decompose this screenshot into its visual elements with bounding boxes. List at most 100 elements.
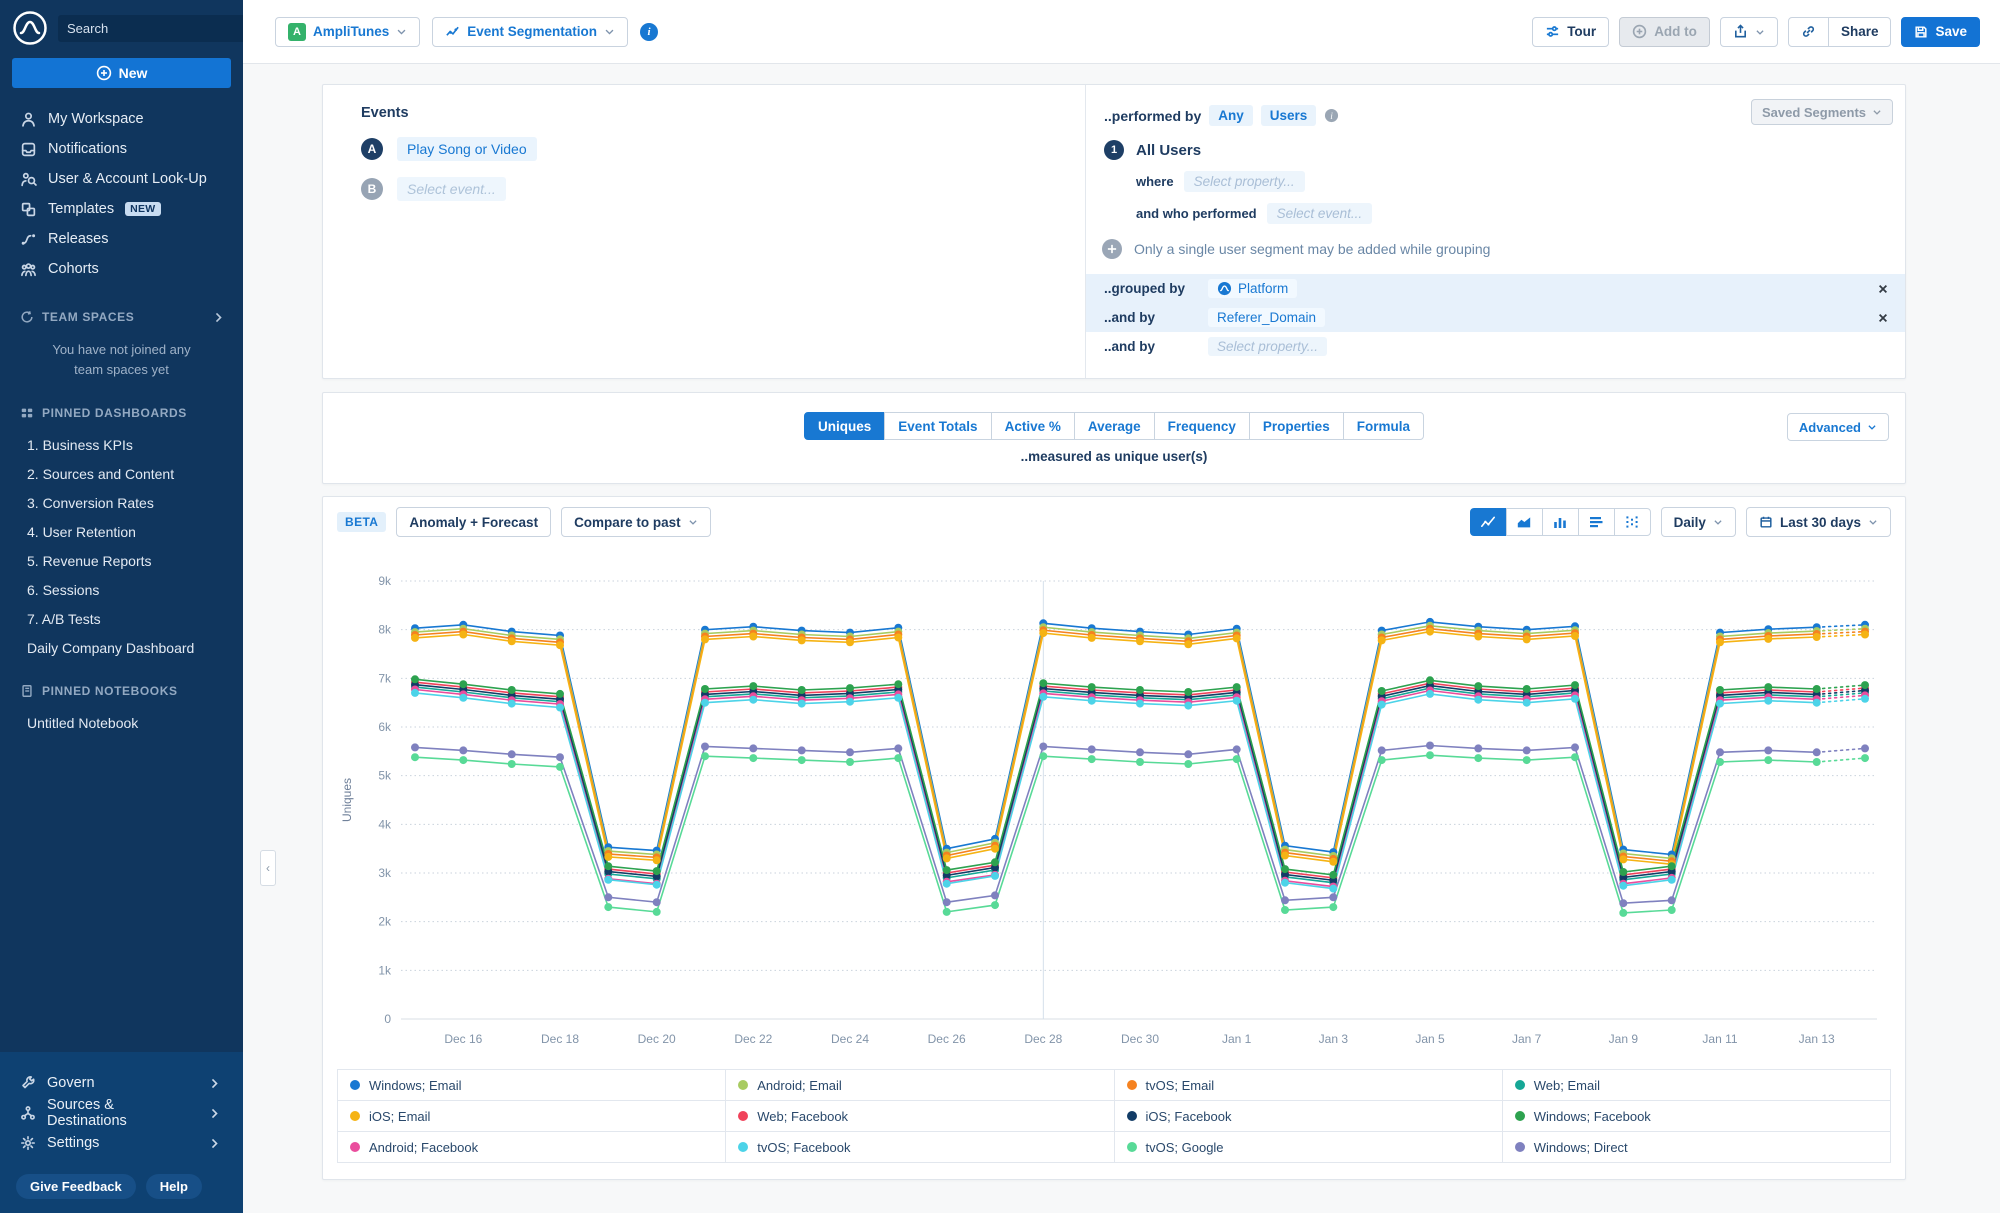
new-badge: NEW — [125, 202, 160, 216]
add-to-button[interactable]: Add to — [1619, 17, 1710, 47]
pinned-dashboard-item[interactable]: 1. Business KPIs — [12, 430, 231, 459]
svg-text:Uniques: Uniques — [340, 778, 354, 822]
advanced-button[interactable]: Advanced — [1787, 413, 1889, 441]
svg-text:Jan 9: Jan 9 — [1609, 1032, 1639, 1046]
legend-item[interactable]: Windows; Direct — [1503, 1132, 1891, 1163]
remove-group-by-button[interactable] — [1877, 283, 1889, 295]
chart-bar-button[interactable] — [1542, 508, 1579, 536]
team-spaces-header[interactable]: TEAM SPACES — [12, 310, 231, 324]
svg-text:Dec 24: Dec 24 — [831, 1032, 869, 1046]
chart-legend: Windows; EmailAndroid; Email tvOS; Email W… — [337, 1069, 1891, 1163]
event-chip[interactable]: Play Song or Video — [397, 137, 537, 161]
pinned-dashboard-item[interactable]: 7. A/B Tests — [12, 604, 231, 633]
help-button[interactable]: Help — [146, 1174, 202, 1199]
segment-name[interactable]: All Users — [1136, 142, 1201, 159]
team-spaces-empty-text: You have not joined any team spaces yet — [12, 340, 231, 380]
sidebar-item-my-workspace[interactable]: My Workspace — [12, 104, 231, 134]
svg-text:Dec 30: Dec 30 — [1121, 1032, 1159, 1046]
date-range-button[interactable]: Last 30 days — [1746, 507, 1891, 537]
group-by-property-chip[interactable]: Platform — [1208, 279, 1297, 298]
save-button[interactable]: Save — [1901, 17, 1980, 47]
event-select-input[interactable]: Select event... — [397, 177, 506, 201]
legend-item[interactable]: tvOS; Email — [1115, 1070, 1503, 1101]
analysis-label: Event Segmentation — [467, 24, 597, 39]
panel-collapse-handle[interactable]: ‹ — [260, 850, 276, 886]
remove-group-by-button[interactable] — [1877, 312, 1889, 324]
pinned-dashboard-item[interactable]: 5. Revenue Reports — [12, 546, 231, 575]
chart-hbar-button[interactable] — [1578, 508, 1615, 536]
sidebar-item-releases[interactable]: Releases — [12, 224, 231, 254]
line-chart[interactable]: 01k2k3k4k5k6k7k8k9kDec 16Dec 18Dec 20Dec… — [337, 541, 1891, 1061]
chevron-down-icon — [396, 26, 407, 37]
share-button[interactable]: Share — [1828, 17, 1892, 47]
svg-text:Jan 1: Jan 1 — [1222, 1032, 1252, 1046]
pinned-notebook-item[interactable]: Untitled Notebook — [12, 708, 231, 737]
add-segment-button[interactable] — [1102, 239, 1122, 259]
legend-label: tvOS; Email — [1146, 1078, 1215, 1093]
anomaly-forecast-button[interactable]: Anomaly + Forecast — [396, 507, 551, 537]
legend-label: iOS; Facebook — [1146, 1109, 1232, 1124]
chart-scatter-button[interactable] — [1614, 508, 1651, 536]
legend-item[interactable]: tvOS; Facebook — [726, 1132, 1114, 1163]
granularity-button[interactable]: Daily — [1661, 507, 1736, 537]
performed-event-input[interactable]: Select event... — [1267, 203, 1373, 224]
new-button[interactable]: New — [12, 58, 231, 88]
tour-button[interactable]: Tour — [1532, 17, 1609, 47]
legend-item[interactable]: Web; Email — [1503, 1070, 1891, 1101]
search-field[interactable] — [67, 21, 243, 36]
legend-item[interactable]: iOS; Email — [338, 1101, 726, 1132]
tab-formula[interactable]: Formula — [1343, 412, 1424, 440]
svg-text:4k: 4k — [378, 817, 392, 831]
tab-event-totals[interactable]: Event Totals — [884, 412, 991, 440]
export-button[interactable] — [1720, 17, 1778, 47]
project-selector[interactable]: A AmpliTunes — [275, 17, 420, 47]
group-by-property-input[interactable]: Select property... — [1208, 337, 1327, 356]
chart-bar-icon — [1552, 514, 1568, 530]
chevron-right-icon[interactable] — [212, 311, 225, 324]
search-input[interactable] — [58, 15, 243, 42]
legend-item[interactable]: iOS; Facebook — [1115, 1101, 1503, 1132]
pinned-dashboard-item[interactable]: 3. Conversion Rates — [12, 488, 231, 517]
legend-item[interactable]: Web; Facebook — [726, 1101, 1114, 1132]
chart-line-button[interactable] — [1470, 508, 1507, 536]
legend-item[interactable]: tvOS; Google — [1115, 1132, 1503, 1163]
sidebar-item-govern[interactable]: Govern — [12, 1068, 231, 1098]
copy-link-button[interactable] — [1788, 17, 1829, 47]
pinned-dashboard-item[interactable]: Daily Company Dashboard — [12, 633, 231, 662]
group-by-row: ..and bySelect property... — [1086, 332, 1905, 361]
performed-by-any-chip[interactable]: Any — [1209, 105, 1253, 126]
give-feedback-button[interactable]: Give Feedback — [16, 1174, 136, 1199]
chart-line-icon — [1480, 514, 1496, 530]
tab-frequency[interactable]: Frequency — [1154, 412, 1250, 440]
group-by-property-chip[interactable]: Referer_Domain — [1208, 308, 1325, 327]
tab-uniques[interactable]: Uniques — [804, 412, 885, 440]
info-icon[interactable]: i — [640, 23, 658, 41]
tab-active-%[interactable]: Active % — [991, 412, 1075, 440]
sidebar-item-cohorts[interactable]: Cohorts — [12, 254, 231, 284]
pinned-dashboard-item[interactable]: 6. Sessions — [12, 575, 231, 604]
legend-item[interactable]: Android; Facebook — [338, 1132, 726, 1163]
legend-item[interactable]: Android; Email — [726, 1070, 1114, 1101]
chart-area-button[interactable] — [1506, 508, 1543, 536]
pinned-dashboard-item[interactable]: 2. Sources and Content — [12, 459, 231, 488]
inbox-icon — [20, 141, 37, 158]
sidebar-item-notifications[interactable]: Notifications — [12, 134, 231, 164]
segment-number: 1 — [1104, 140, 1124, 160]
info-icon[interactable]: i — [1324, 108, 1339, 123]
sidebar-item-settings[interactable]: Settings — [12, 1128, 231, 1158]
pinned-dashboard-item[interactable]: 4. User Retention — [12, 517, 231, 546]
tab-properties[interactable]: Properties — [1249, 412, 1344, 440]
legend-item[interactable]: Windows; Email — [338, 1070, 726, 1101]
performed-by-users-chip[interactable]: Users — [1261, 105, 1317, 126]
amplitude-logo-icon[interactable] — [12, 10, 48, 46]
sidebar-item-user-account-look-up[interactable]: User & Account Look-Up — [12, 164, 231, 194]
sidebar-item-templates[interactable]: TemplatesNEW — [12, 194, 231, 224]
analysis-type-selector[interactable]: Event Segmentation — [432, 17, 628, 47]
saved-segments-button[interactable]: Saved Segments — [1751, 99, 1893, 125]
tab-average[interactable]: Average — [1074, 412, 1155, 440]
svg-text:Jan 11: Jan 11 — [1702, 1032, 1737, 1046]
compare-to-past-button[interactable]: Compare to past — [561, 507, 711, 537]
where-property-input[interactable]: Select property... — [1184, 171, 1305, 192]
legend-item[interactable]: Windows; Facebook — [1503, 1101, 1891, 1132]
sidebar-item-sources-destinations[interactable]: Sources & Destinations — [12, 1098, 231, 1128]
